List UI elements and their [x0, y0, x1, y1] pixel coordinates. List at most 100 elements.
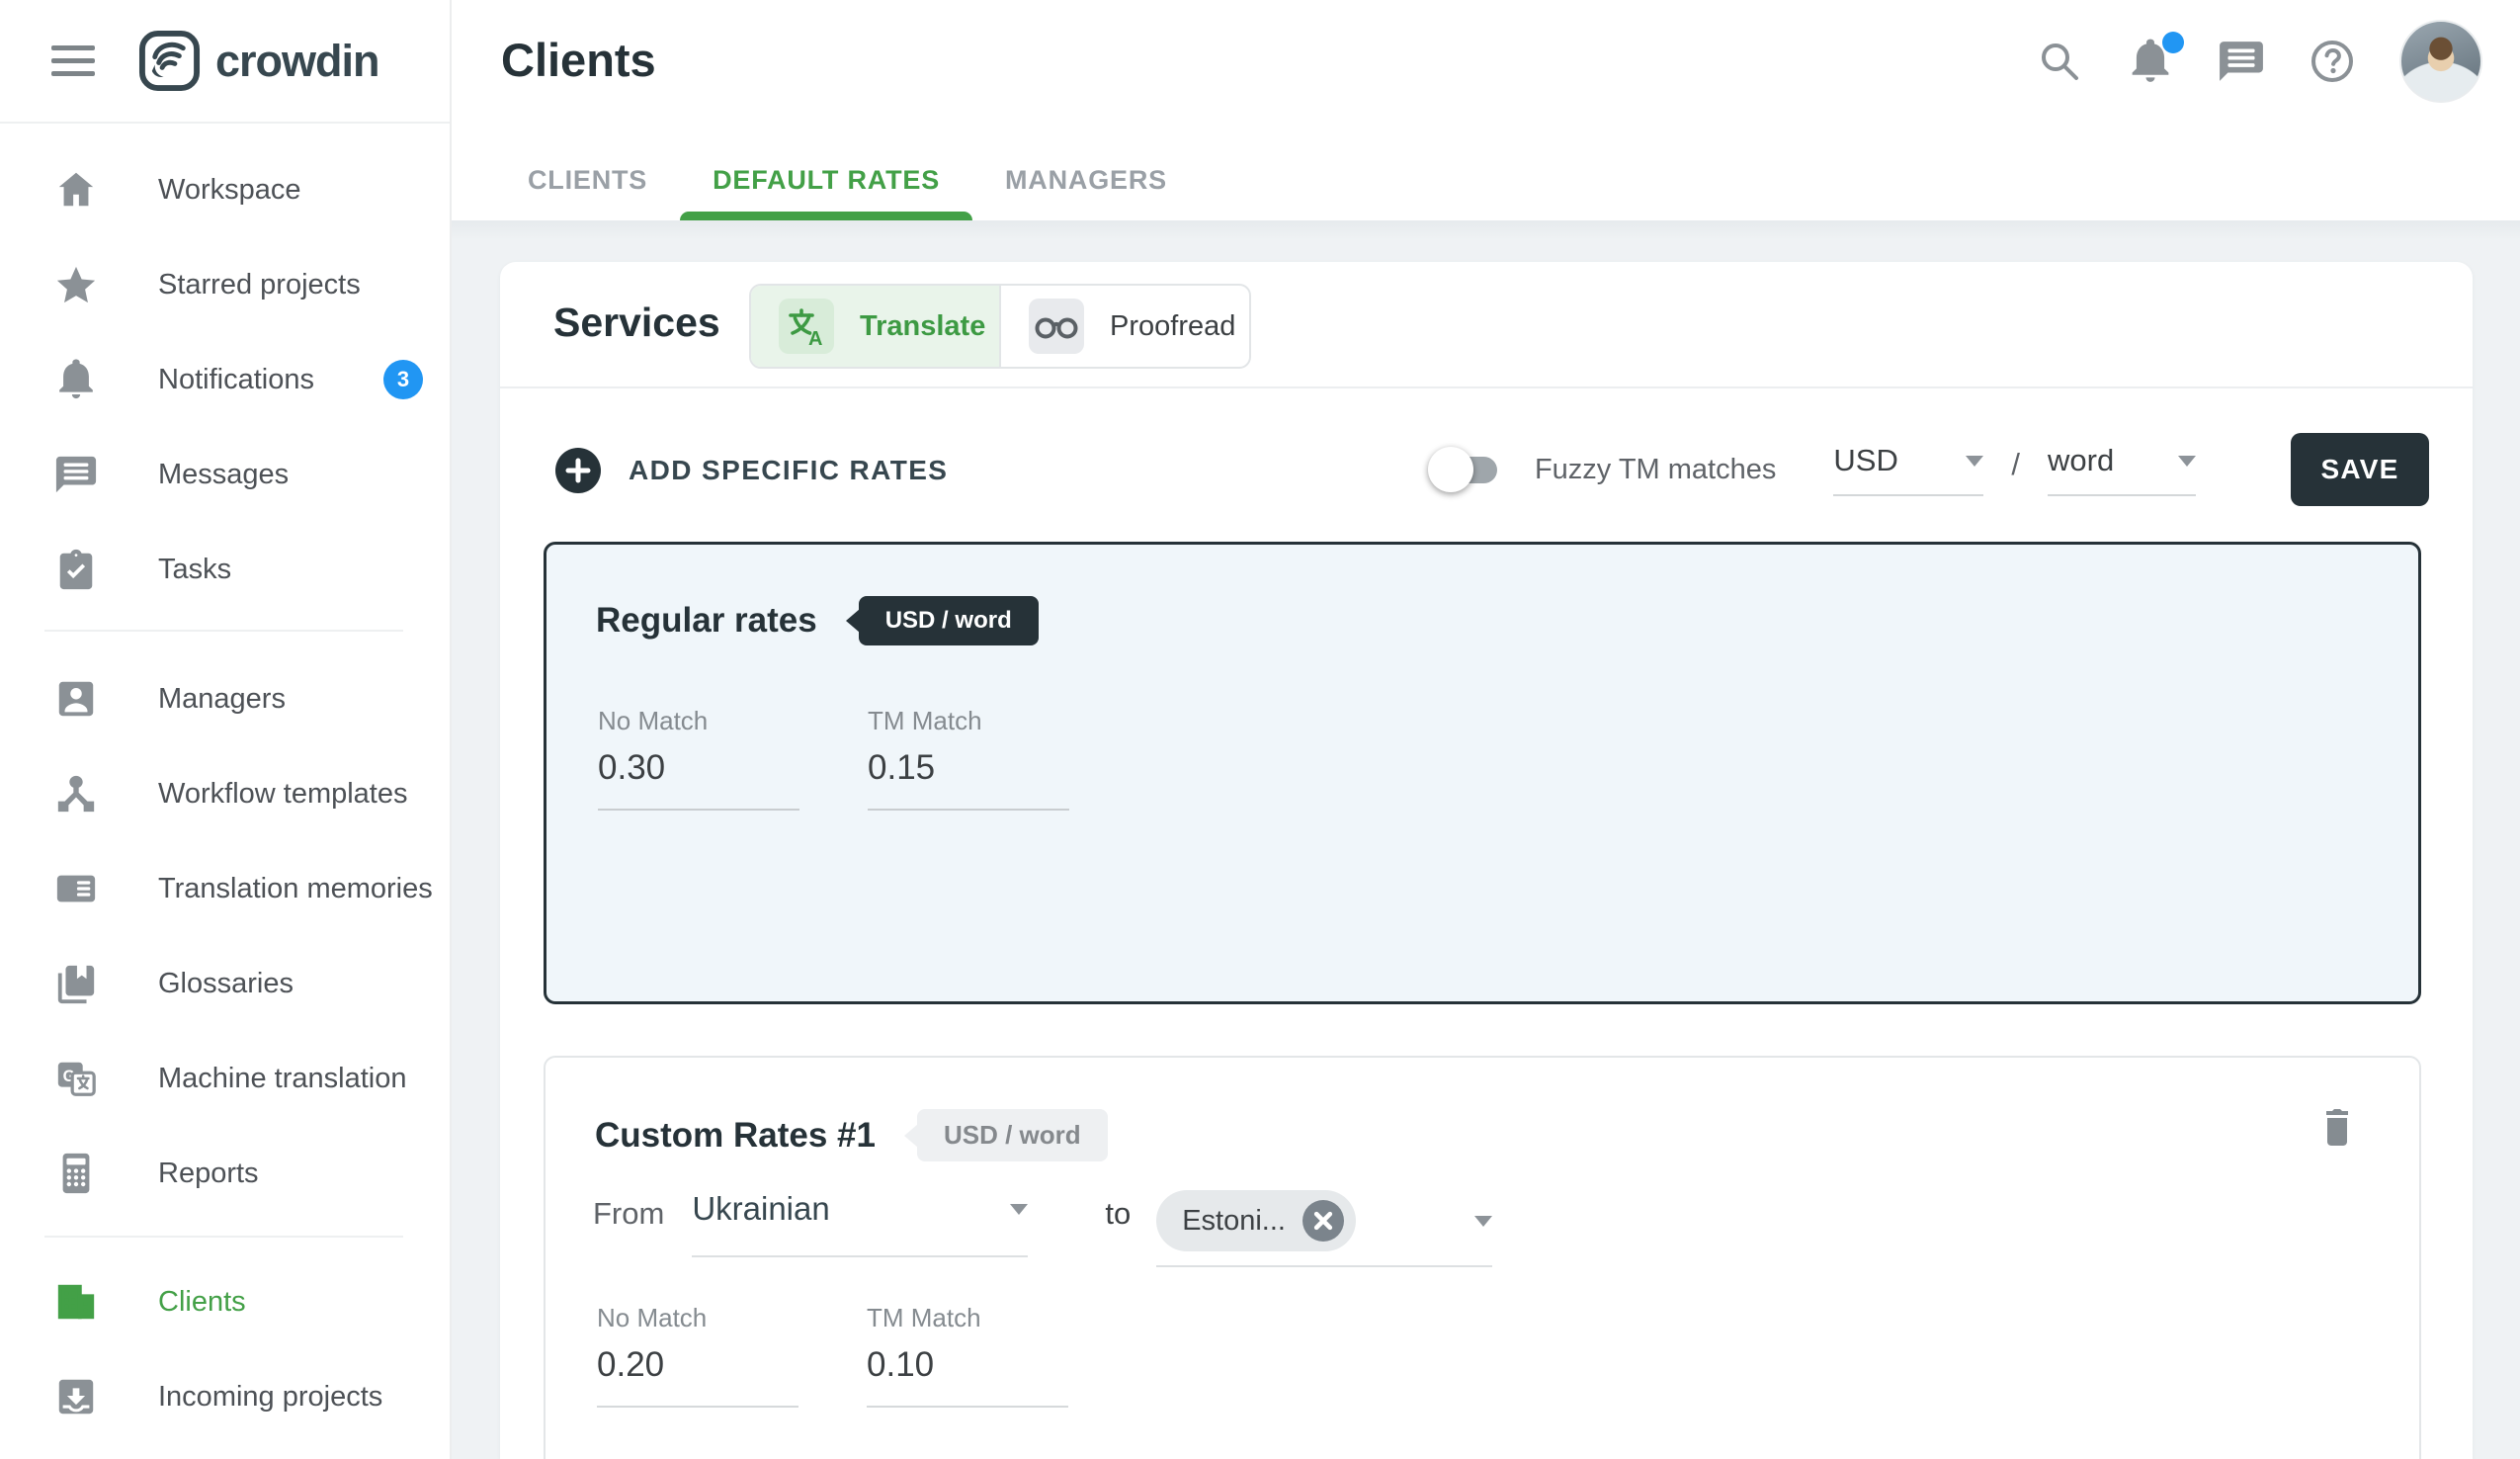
crowdin-logo-icon [138, 30, 201, 92]
rates-controls: Fuzzy TM matches USD / word SAVE [1434, 428, 2429, 511]
sidebar-item-tasks[interactable]: Tasks [0, 522, 450, 617]
field-label: TM Match [867, 1303, 1068, 1333]
sidebar-item-workflow-templates[interactable]: Workflow templates [0, 746, 450, 841]
source-language-select[interactable]: Ukrainian [692, 1186, 1028, 1257]
trash-icon [2314, 1103, 2360, 1149]
hamburger-menu-icon[interactable] [51, 38, 95, 84]
sidebar-group-personal: Workspace Starred projects Notifications… [0, 142, 450, 617]
content-area: Services A Translate Proofread [452, 220, 2520, 1459]
source-language-value: Ukrainian [692, 1190, 829, 1228]
inbox-download-icon [54, 1375, 98, 1418]
tab-default-rates[interactable]: DEFAULT RATES [713, 165, 940, 220]
sidebar-logo-row: crowdin [0, 0, 450, 124]
field-label: No Match [597, 1303, 798, 1333]
bell-icon [54, 358, 98, 401]
unread-notification-dot [2162, 32, 2184, 53]
default-rates-panel: Services A Translate Proofread [500, 262, 2473, 1459]
no-match-field: No Match 0.20 [597, 1303, 798, 1408]
proofread-service-button[interactable]: Proofread [1001, 286, 1249, 367]
services-row: Services A Translate Proofread [500, 262, 2473, 388]
remove-language-icon[interactable] [1302, 1200, 1344, 1242]
chevron-down-icon [1010, 1204, 1028, 1215]
crowdin-app: crowdin Workspace Starred projects N [0, 0, 2520, 1459]
tm-match-rate-input[interactable]: 0.15 [868, 748, 1069, 811]
sidebar-item-messages[interactable]: Messages [0, 427, 450, 522]
sidebar-group-resources: Managers Workflow templates Translation … [0, 651, 450, 1221]
no-match-field: No Match 0.30 [598, 706, 799, 811]
translate-label: Translate [860, 310, 985, 343]
help-icon[interactable] [2309, 38, 2356, 85]
custom-rates-card: Custom Rates #1 USD / word From Ukrainia… [544, 1056, 2421, 1459]
sidebar-item-label: Starred projects [158, 269, 361, 301]
book-bookmark-icon [54, 962, 98, 1005]
add-specific-rates-button[interactable]: ADD SPECIFIC RATES [554, 447, 948, 494]
crowdin-logo[interactable]: crowdin [138, 30, 379, 92]
search-icon[interactable] [2036, 38, 2083, 85]
calculator-icon [54, 1152, 98, 1195]
sidebar-item-translation-memories[interactable]: Translation memories [0, 841, 450, 936]
glasses-icon [1029, 299, 1084, 354]
field-label: No Match [598, 706, 799, 736]
sidebar-divider [44, 630, 403, 632]
tm-match-rate-input[interactable]: 0.10 [867, 1345, 1068, 1408]
page-title: Clients [501, 33, 656, 87]
sidebar-item-label: Translation memories [158, 873, 433, 905]
fuzzy-tm-toggle[interactable] [1434, 447, 1499, 492]
language-pair-row: From Ukrainian to Estoni... [593, 1186, 1492, 1267]
home-icon [54, 168, 98, 212]
sidebar-item-notifications[interactable]: Notifications 3 [0, 332, 450, 427]
sidebar-item-starred-projects[interactable]: Starred projects [0, 237, 450, 332]
currency-select[interactable]: USD [1833, 443, 1983, 496]
sidebar: crowdin Workspace Starred projects N [0, 0, 452, 1459]
save-button[interactable]: SAVE [2291, 433, 2429, 506]
to-label: to [1105, 1196, 1131, 1232]
service-switcher: A Translate Proofread [749, 284, 1251, 369]
chevron-down-icon [1474, 1216, 1492, 1227]
translate-service-button[interactable]: A Translate [751, 286, 1001, 367]
sidebar-item-label: Workflow templates [158, 778, 408, 811]
sidebar-group-clients: Clients Incoming projects [0, 1254, 450, 1444]
tab-bar: CLIENTS DEFAULT RATES MANAGERS [528, 165, 1167, 220]
sidebar-item-clients[interactable]: Clients [0, 1254, 450, 1349]
services-title: Services [553, 300, 720, 346]
machine-translation-icon: G [54, 1057, 98, 1100]
translate-icon: A [779, 299, 834, 354]
sidebar-item-machine-translation[interactable]: G Machine translation [0, 1031, 450, 1126]
memory-card-icon [54, 867, 98, 910]
sidebar-item-label: Managers [158, 683, 286, 716]
target-language-chip-label: Estoni... [1182, 1205, 1286, 1238]
from-label: From [593, 1196, 664, 1232]
sidebar-item-workspace[interactable]: Workspace [0, 142, 450, 237]
sidebar-item-reports[interactable]: Reports [0, 1126, 450, 1221]
sidebar-item-managers[interactable]: Managers [0, 651, 450, 746]
sidebar-item-label: Workspace [158, 174, 301, 207]
workflow-icon [54, 772, 98, 815]
unit-value: word [2048, 443, 2114, 478]
sidebar-item-label: Machine translation [158, 1063, 406, 1095]
header-icons [2036, 18, 2482, 105]
regular-rates-title: Regular rates [596, 601, 817, 641]
tm-match-field: TM Match 0.15 [868, 706, 1069, 811]
tab-clients[interactable]: CLIENTS [528, 165, 647, 220]
user-avatar[interactable] [2399, 20, 2482, 103]
sidebar-item-label: Clients [158, 1286, 246, 1319]
target-language-select[interactable]: Estoni... [1156, 1186, 1492, 1267]
sidebar-item-incoming-projects[interactable]: Incoming projects [0, 1349, 450, 1444]
target-language-chip[interactable]: Estoni... [1156, 1190, 1356, 1251]
sidebar-item-glossaries[interactable]: Glossaries [0, 936, 450, 1031]
delete-custom-rates-button[interactable] [2314, 1103, 2360, 1149]
header: Clients CLIENTS DEFAULT RATES MANAGERS [452, 0, 2520, 220]
messages-chat-icon[interactable] [2218, 38, 2265, 85]
no-match-rate-input[interactable]: 0.20 [597, 1345, 798, 1408]
person-card-icon [54, 677, 98, 721]
sidebar-item-label: Glossaries [158, 968, 294, 1000]
clipboard-check-icon [54, 548, 98, 591]
chat-icon [54, 453, 98, 496]
tab-managers[interactable]: MANAGERS [1005, 165, 1167, 220]
regular-rates-card: Regular rates USD / word No Match 0.30 T… [544, 542, 2421, 1004]
notifications-bell-icon[interactable] [2127, 38, 2174, 85]
unit-select[interactable]: word [2048, 443, 2196, 496]
proofread-label: Proofread [1110, 310, 1235, 343]
per-separator: / [2011, 447, 2020, 482]
no-match-rate-input[interactable]: 0.30 [598, 748, 799, 811]
